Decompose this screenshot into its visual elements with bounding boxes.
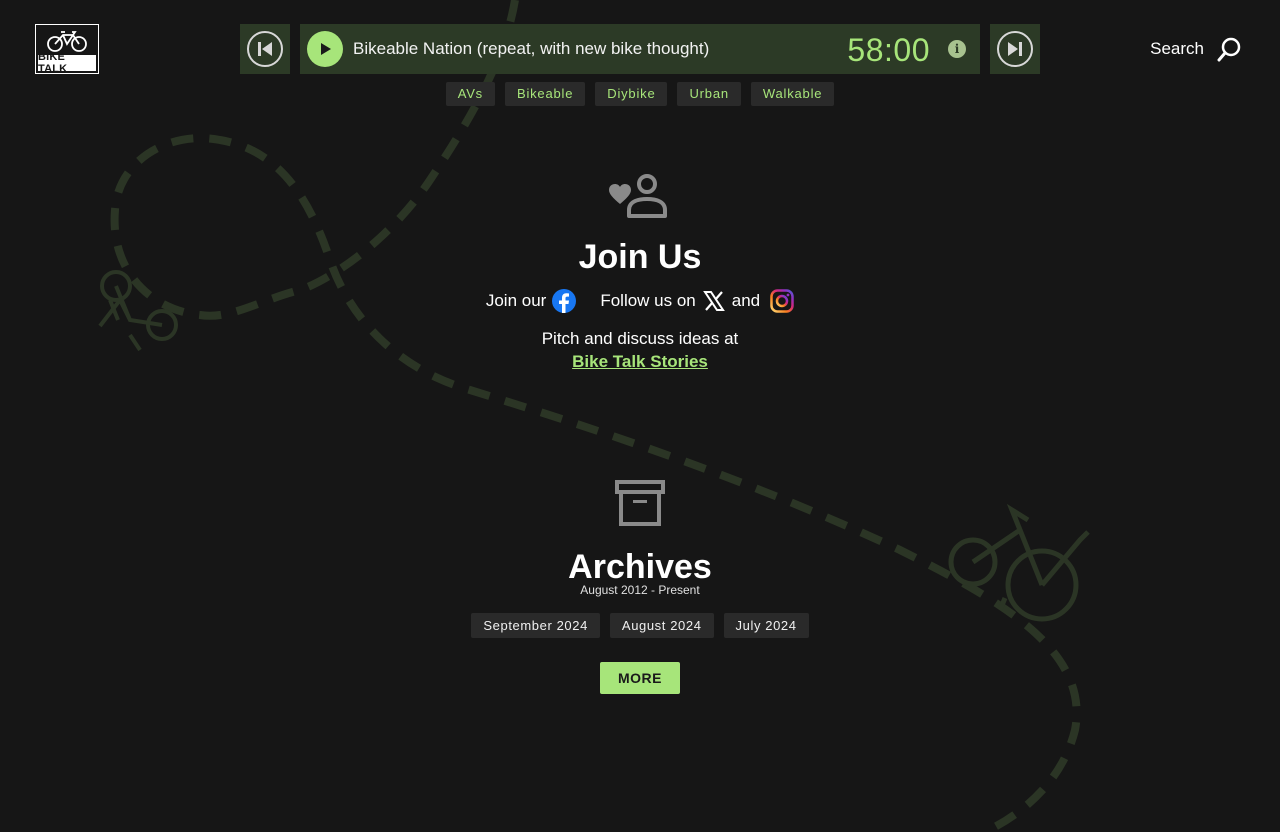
skip-forward-button[interactable] <box>990 24 1040 74</box>
tag-walkable[interactable]: Walkable <box>750 82 835 106</box>
facebook-icon[interactable] <box>552 289 577 313</box>
archive-box-icon <box>615 480 665 526</box>
search-button[interactable]: Search <box>1150 36 1242 62</box>
archive-months: September 2024 August 2024 July 2024 <box>0 613 1280 638</box>
archive-month-september-2024[interactable]: September 2024 <box>471 613 600 638</box>
skip-forward-icon <box>997 31 1033 67</box>
tag-diybike[interactable]: Diybike <box>595 82 668 106</box>
pitch-text: Pitch and discuss ideas at Bike Talk Sto… <box>0 327 1280 373</box>
and-text: and <box>731 291 761 310</box>
archives-title: Archives <box>568 548 712 586</box>
archive-month-july-2024[interactable]: July 2024 <box>723 613 809 638</box>
tag-avs[interactable]: AVs <box>445 82 495 106</box>
instagram-icon[interactable] <box>770 289 794 313</box>
skip-back-button[interactable] <box>240 24 290 74</box>
archives-section: Archives August 2012 - Present September… <box>0 480 1280 694</box>
join-our-text: Join our <box>485 291 547 310</box>
track-title: Bikeable Nation (repeat, with new bike t… <box>353 39 710 58</box>
audio-player: Bikeable Nation (repeat, with new bike t… <box>300 24 980 74</box>
logo-text: BIKE TALK <box>38 51 96 75</box>
info-icon[interactable]: i <box>948 40 966 58</box>
tag-bikeable[interactable]: Bikeable <box>504 82 586 106</box>
x-twitter-icon[interactable] <box>702 289 726 313</box>
archives-date-range: August 2012 - Present <box>580 583 700 597</box>
person-heart-icon <box>609 174 667 218</box>
play-icon <box>321 43 331 55</box>
topic-tags: AVs Bikeable Diybike Urban Walkable <box>0 82 1280 106</box>
join-us-title: Join Us <box>578 238 702 276</box>
search-label: Search <box>1150 39 1204 58</box>
join-us-section: Join Us Join our Follow us on and Pitch … <box>0 170 1280 373</box>
bike-talk-logo[interactable]: BIKE TALK <box>35 24 99 75</box>
search-icon <box>1217 37 1241 62</box>
tag-urban[interactable]: Urban <box>677 82 741 106</box>
track-time: 58:00 <box>847 32 930 68</box>
bike-talk-stories-link[interactable]: Bike Talk Stories <box>572 352 708 371</box>
follow-us-text: Follow us on <box>600 291 696 310</box>
skip-back-icon <box>247 31 283 67</box>
social-line: Join our Follow us on and <box>0 289 1280 313</box>
background-bike-path-art <box>98 0 1090 832</box>
play-button[interactable] <box>307 31 343 67</box>
bicycle-icon <box>47 31 87 52</box>
pitch-line: Pitch and discuss ideas at <box>541 329 739 348</box>
more-button[interactable]: MORE <box>600 662 680 694</box>
archive-month-august-2024[interactable]: August 2024 <box>609 613 714 638</box>
